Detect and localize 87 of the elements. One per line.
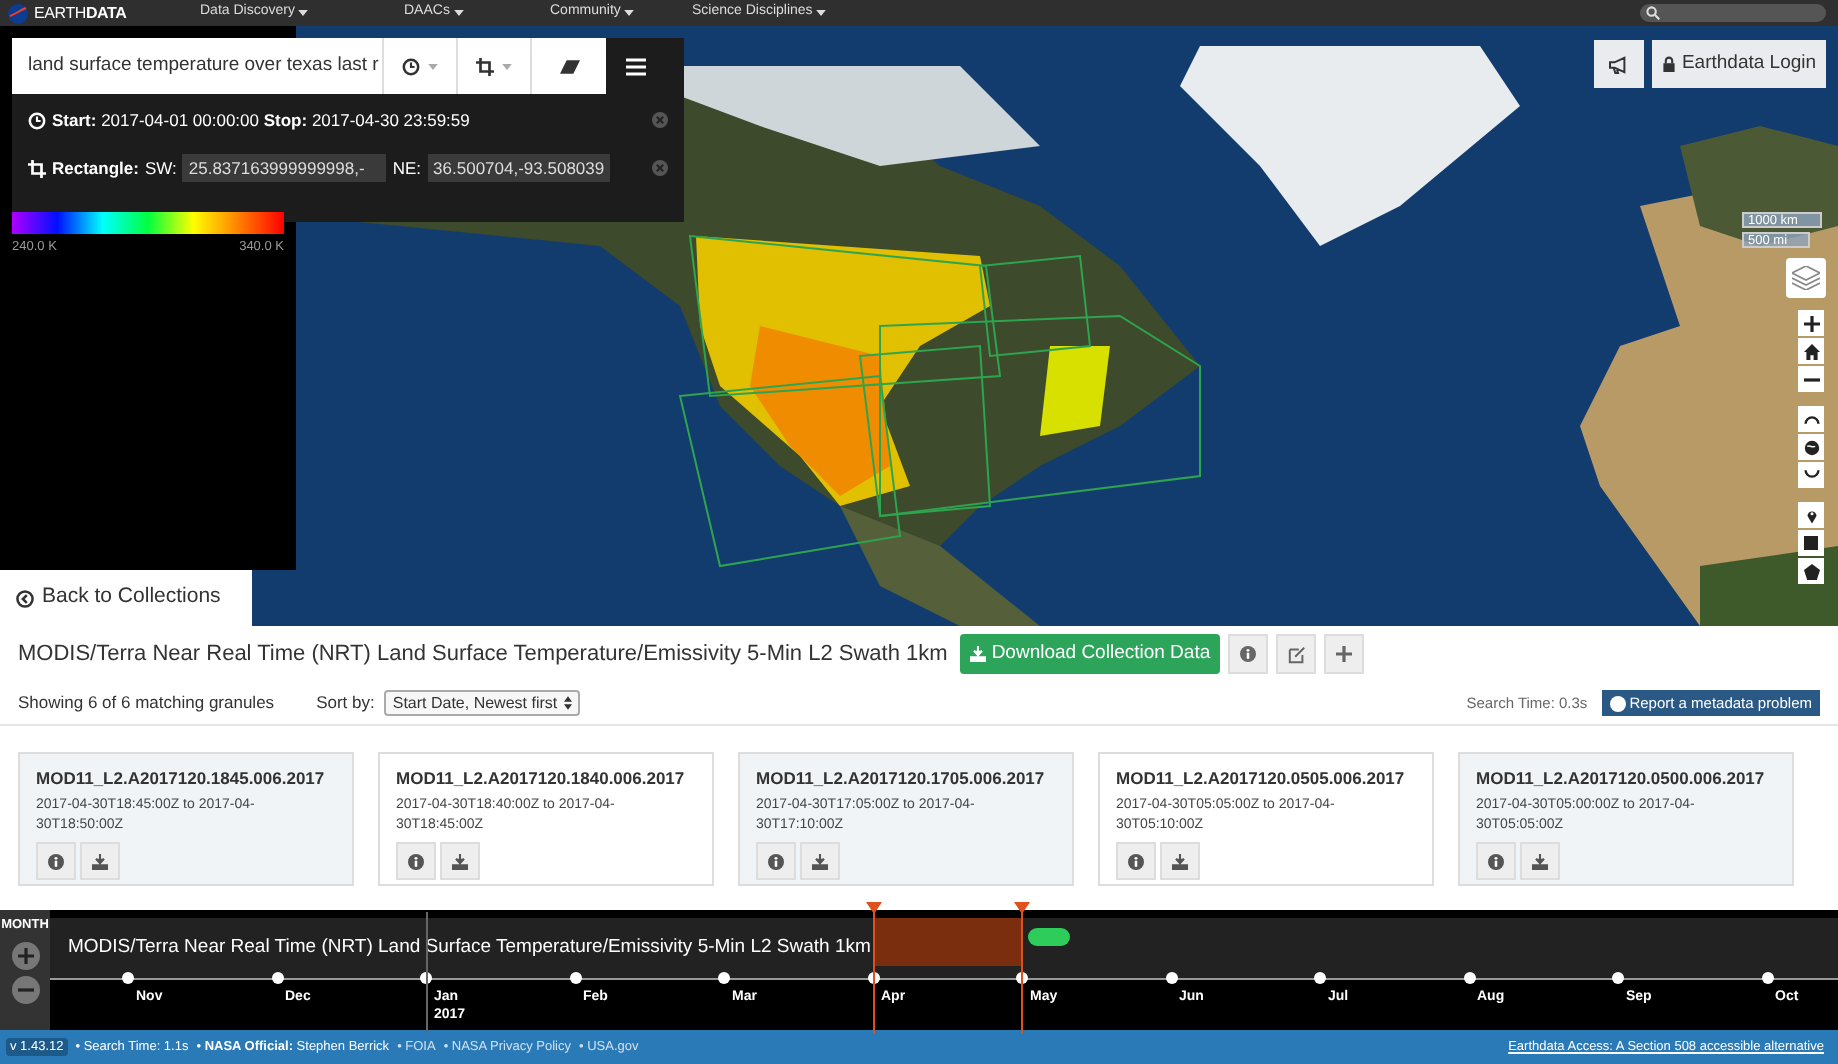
granule-info-button[interactable] [1476,842,1516,880]
menu-icon [626,57,646,75]
granule-download-button[interactable] [80,842,120,880]
download-icon [92,853,108,869]
lock-icon [1661,56,1676,72]
sort-arrows-icon [563,696,572,710]
collection-title: MODIS/Terra Near Real Time (NRT) Land Surface Temperature/Emissivity 5-Min L2 Swath 1km [18,639,948,670]
granule-info-button[interactable] [396,842,436,880]
eraser-icon [559,59,579,73]
edit-button[interactable] [1276,634,1317,674]
zoom-out-button[interactable] [1798,366,1824,392]
search-field[interactable] [1640,4,1826,22]
ne-label: NE: [392,155,422,181]
rectangle-tool-button[interactable] [1798,530,1824,556]
granule-title: MOD11_L2.A2017120.0505.006.2017 [1116,766,1407,792]
caret-icon [298,10,309,16]
pin-icon [1805,507,1817,523]
polygon-tool-button[interactable] [1798,558,1824,584]
tilt-up-button[interactable] [1798,406,1824,432]
sort-select[interactable]: Start Date, Newest first [384,690,580,716]
granule-title: MOD11_L2.A2017120.1840.006.2017 [396,766,687,792]
plus-icon [17,947,33,964]
close-icon [652,112,668,128]
granule-info-button[interactable] [36,842,76,880]
download-icon [452,853,468,869]
sw-coordinate-field[interactable]: 25.837163999999998,- [182,154,387,182]
granule-count-text: Showing 6 of 6 matching granules [18,690,275,716]
granule-download-button[interactable] [1160,842,1200,880]
arc-icon [1803,414,1819,424]
temporal-filter-button[interactable] [382,38,456,94]
plus-icon [1336,646,1353,662]
square-icon [1804,536,1818,550]
granule-download-button[interactable] [1520,842,1560,880]
home-button[interactable] [1798,338,1824,364]
collection-info-button[interactable] [1228,634,1269,674]
temporal-range-text: Start: 2017-04-01 00:00:00 Stop: 2017-04-30 23:59:59 [52,107,470,133]
caret-icon [816,10,827,16]
close-icon [652,160,668,176]
login-button[interactable]: Earthdata Login [1652,40,1826,88]
granule-info-button[interactable] [1116,842,1156,880]
home-icon [1803,343,1819,359]
caret-icon [624,10,635,16]
clock-icon [402,57,420,75]
granule-info-button[interactable] [756,842,796,880]
granule-title: MOD11_L2.A2017120.1705.006.2017 [756,766,1047,792]
back-to-collections-tab[interactable]: Back to Collections [0,570,252,626]
granule-download-button[interactable] [800,842,840,880]
layers-icon [1792,266,1820,290]
granule-download-button[interactable] [440,842,480,880]
track-label: MODIS/Terra Near Real Time (NRT) Land Surface Temperature/Emissivity 5-Min L2 Swath 1km [68,933,871,962]
megaphone-icon [1608,55,1630,73]
globe-button[interactable] [1798,434,1824,460]
earthdata-logo[interactable]: EARTHDATA [34,1,127,25]
download-icon [1172,853,1188,869]
zoom-in-button[interactable] [1798,310,1824,336]
ne-coordinate-field[interactable]: 36.500704,-93.508039 [427,154,611,182]
tilt-down-button[interactable] [1798,462,1824,488]
point-tool-button[interactable] [1798,502,1824,528]
arc-icon [1803,470,1819,480]
crop-icon [476,57,494,75]
clear-filters-button[interactable] [530,38,606,94]
spatial-filter-label: Rectangle: [52,155,139,181]
caret-icon [453,10,464,16]
crop-icon [28,159,46,177]
download-icon [812,853,828,869]
timeline-marker[interactable] [1014,902,1030,1034]
plus-icon [1803,315,1819,331]
layers-button[interactable] [1786,258,1826,298]
search-input[interactable]: land surface temperature over texas last r [12,38,382,94]
back-icon [16,589,34,607]
download-icon [1532,853,1548,869]
pentagon-icon [1803,563,1819,579]
edit-icon [1287,645,1306,663]
add-to-project-button[interactable] [1324,634,1365,674]
search-icon [1646,6,1660,20]
announcement-button[interactable] [1594,40,1644,88]
granule-extent-bar [1028,928,1070,946]
granule-title: MOD11_L2.A2017120.0500.006.2017 [1476,766,1767,792]
granule-title: MOD11_L2.A2017120.1845.006.2017 [36,766,327,792]
spatial-filter-button[interactable] [456,38,530,94]
download-icon [969,646,986,662]
sort-by-label: Sort by: [316,690,375,716]
globe-icon [1803,439,1819,455]
timeline-zoom-in-button[interactable] [11,941,39,970]
clock-icon [28,111,46,129]
timeline-zoom-out-button[interactable] [11,975,39,1004]
sw-label: SW: [144,155,177,181]
